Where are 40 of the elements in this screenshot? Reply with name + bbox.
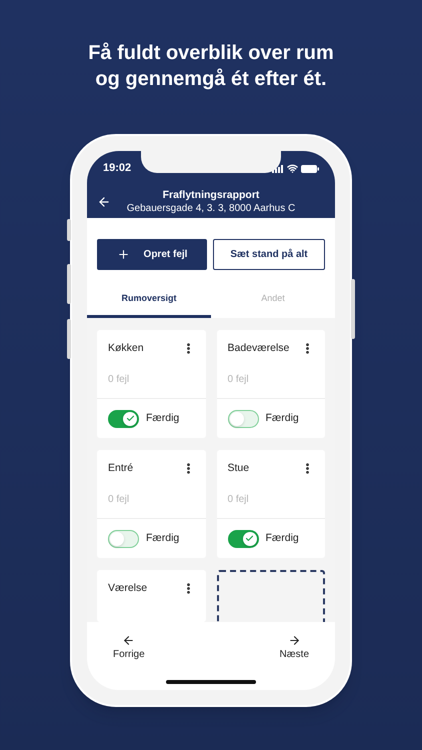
room-name: Entré — [108, 461, 134, 476]
room-name: Badeværelse — [228, 341, 290, 356]
set-condition-button[interactable]: Sæt stand på alt — [213, 239, 325, 270]
status-label: Færdig — [146, 530, 180, 546]
toggle-switch[interactable] — [108, 410, 139, 428]
error-count: 0 fejl — [228, 492, 249, 507]
error-count: 0 fejl — [228, 372, 249, 387]
battery-icon — [301, 164, 319, 172]
toggle-switch[interactable] — [228, 530, 258, 548]
wifi-icon — [287, 163, 298, 174]
arrow-left-icon — [122, 634, 136, 647]
error-count: 0 fejl — [108, 372, 130, 387]
arrow-right-icon — [288, 634, 301, 647]
next-button[interactable]: Næste — [280, 634, 309, 662]
check-icon — [245, 534, 254, 543]
status-label: Færdig — [266, 530, 299, 546]
back-icon[interactable] — [97, 195, 111, 209]
address: Gebauersgade 4, 3. 3, 8000 Aarhus C — [126, 202, 296, 215]
error-count: 0 fejl — [108, 492, 130, 507]
room-card[interactable]: Entré 0 fejl Færdig — [97, 450, 206, 558]
status-label: Færdig — [266, 410, 299, 426]
create-error-button[interactable]: Opret fejl — [97, 239, 207, 270]
status-time: 19:02 — [103, 161, 132, 176]
toggle-switch[interactable] — [228, 410, 258, 428]
screen-title: Fraflytningsrapport — [162, 189, 260, 202]
room-name: Værelse — [108, 581, 148, 596]
tab[interactable]: Rumoversigt — [87, 282, 211, 318]
signal-icon — [272, 164, 284, 172]
toggle-switch[interactable] — [108, 530, 139, 548]
plus-icon — [116, 248, 130, 261]
check-icon — [126, 414, 134, 423]
room-card[interactable]: Stue 0 fejl Færdig — [216, 450, 325, 558]
previous-button[interactable]: Forrige — [113, 634, 145, 662]
room-card[interactable]: Badeværelse 0 fejl Færdig — [216, 330, 325, 438]
room-name: Stue — [228, 461, 250, 476]
status-label: Færdig — [146, 410, 180, 426]
room-name: Køkken — [108, 341, 144, 356]
room-card[interactable]: Køkken 0 fejl Færdig — [97, 330, 206, 438]
headline: Få fuldt overblik over rum og gennemgå ét efter ét. — [87, 41, 335, 92]
room-card[interactable]: Værelse — [97, 570, 206, 622]
